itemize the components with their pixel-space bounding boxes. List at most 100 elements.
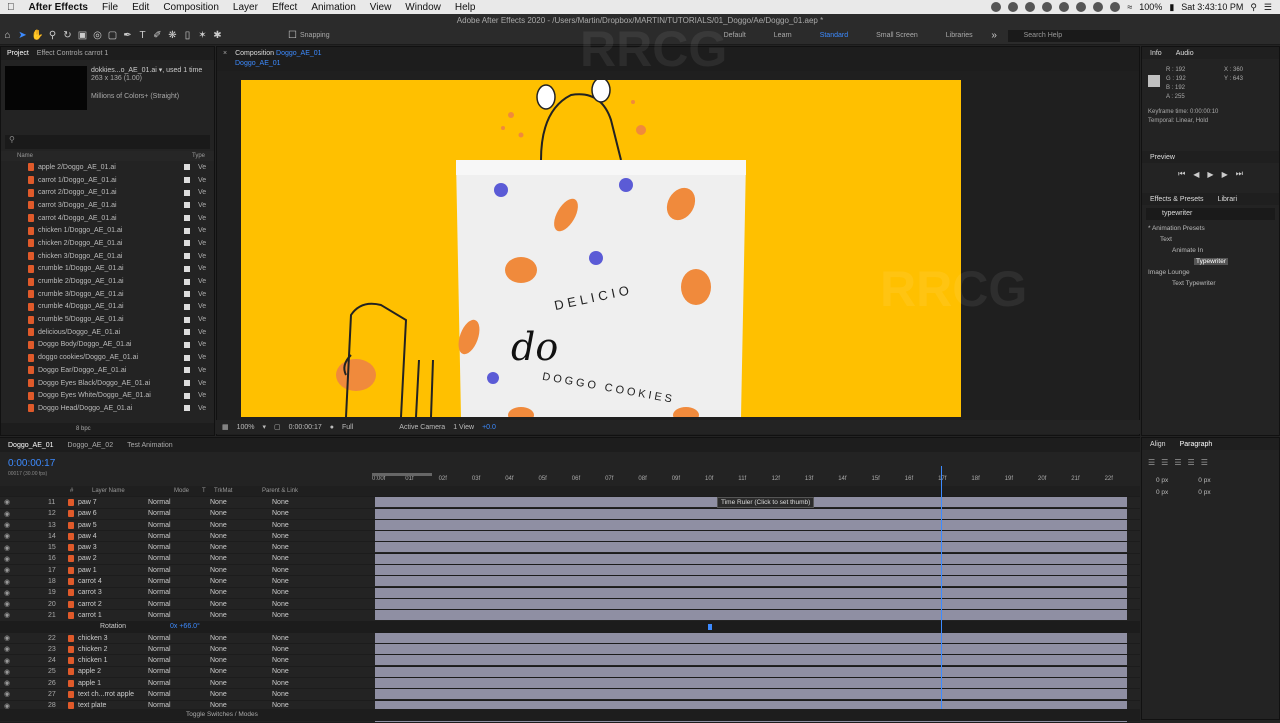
camera-tool-icon[interactable]: ▣	[75, 29, 90, 43]
trkmat-select[interactable]: None	[210, 589, 258, 596]
mode-select[interactable]: Normal	[148, 691, 198, 698]
label-swatch[interactable]	[184, 227, 190, 234]
mode-select[interactable]: Normal	[148, 522, 198, 529]
eye-icon[interactable]: ◉	[0, 600, 48, 608]
label-swatch[interactable]	[184, 265, 190, 272]
eye-icon[interactable]: ◉	[0, 679, 48, 687]
play-icon[interactable]: ▶	[1207, 170, 1213, 179]
snapping-checkbox[interactable]: ☐	[285, 29, 300, 43]
last-frame-icon[interactable]: ⏭	[1236, 169, 1243, 179]
layer-row[interactable]: ◉ 19 carrot 3 Normal None None	[0, 587, 1140, 599]
col-parent[interactable]: Parent & Link	[262, 488, 298, 494]
workspace-libraries[interactable]: Libraries	[932, 32, 987, 39]
tab-comp-name[interactable]: Doggo_AE_01	[276, 50, 322, 57]
parent-select[interactable]: None	[258, 499, 318, 506]
layer-bar[interactable]	[375, 678, 1127, 689]
eye-icon[interactable]: ◉	[0, 510, 48, 518]
project-item[interactable]: apple 2/Doggo_AE_01.ai Ve	[1, 161, 214, 174]
menu-edit[interactable]: Edit	[125, 2, 156, 13]
eye-icon[interactable]: ◉	[0, 645, 48, 653]
parent-select[interactable]: None	[258, 680, 318, 687]
toggle-switches-modes[interactable]: Toggle Switches / Modes	[0, 709, 1140, 721]
indent-right-value[interactable]: 0 px	[1198, 477, 1210, 484]
next-frame-icon[interactable]: ▶	[1222, 170, 1228, 179]
layer-row[interactable]: ◉ 15 paw 3 Normal None None	[0, 542, 1140, 554]
tab-effect-controls[interactable]: Effect Controls carrot 1	[37, 50, 108, 57]
selection-tool-icon[interactable]: ➤	[15, 29, 30, 43]
workspace-small-screen[interactable]: Small Screen	[862, 32, 932, 39]
justify-all-icon[interactable]: ☰	[1201, 458, 1208, 467]
tree-text-typewriter[interactable]: Text Typewriter	[1148, 278, 1279, 289]
parent-select[interactable]: None	[258, 544, 318, 551]
project-item[interactable]: Doggo Body/Doggo_AE_01.ai Ve	[1, 339, 214, 352]
tree-animate-in[interactable]: Animate In	[1148, 245, 1279, 256]
mode-select[interactable]: Normal	[148, 510, 198, 517]
tab-libraries[interactable]: Librari	[1218, 196, 1237, 203]
trkmat-select[interactable]: None	[210, 533, 258, 540]
eye-icon[interactable]: ◉	[0, 657, 48, 665]
layer-row[interactable]: ◉ 18 carrot 4 Normal None None	[0, 576, 1140, 588]
label-swatch[interactable]	[184, 202, 190, 209]
mode-select[interactable]: Normal	[148, 657, 198, 664]
mode-select[interactable]: Normal	[148, 680, 198, 687]
mode-select[interactable]: Normal	[148, 668, 198, 675]
layer-name[interactable]: chicken 2	[74, 646, 148, 653]
label-swatch[interactable]	[184, 291, 190, 298]
align-right-icon[interactable]: ☰	[1174, 458, 1181, 467]
label-swatch[interactable]	[184, 240, 190, 247]
grid-icon[interactable]: ▦	[222, 423, 229, 431]
mode-select[interactable]: Normal	[148, 555, 198, 562]
status-icon[interactable]	[991, 2, 1002, 12]
label-swatch[interactable]	[184, 303, 190, 310]
mode-select[interactable]: Normal	[148, 533, 198, 540]
layer-name[interactable]: carrot 1	[74, 612, 148, 619]
layer-name[interactable]: carrot 2	[74, 601, 148, 608]
resolution-select[interactable]: Full	[342, 424, 353, 431]
layer-row[interactable]: ◉ 13 paw 5 Normal None None	[0, 519, 1140, 532]
tab-effects-presets[interactable]: Effects & Presets	[1150, 196, 1204, 203]
eye-icon[interactable]: ◉	[0, 544, 48, 552]
trkmat-select[interactable]: None	[210, 691, 258, 698]
parent-select[interactable]: None	[258, 657, 318, 664]
parent-select[interactable]: None	[258, 578, 318, 585]
layer-bar[interactable]	[375, 519, 1127, 530]
rotate-tool-icon[interactable]: ↻	[60, 29, 75, 43]
tab-test-animation[interactable]: Test Animation	[127, 442, 173, 449]
status-icon[interactable]	[1008, 2, 1019, 12]
app-menu[interactable]: After Effects	[22, 2, 95, 13]
label-swatch[interactable]	[184, 392, 190, 399]
tab-doggo-ae-02[interactable]: Doggo_AE_02	[68, 442, 114, 449]
label-swatch[interactable]	[184, 380, 190, 387]
parent-select[interactable]: None	[258, 510, 318, 517]
comp-breadcrumb[interactable]: Doggo_AE_01	[217, 60, 1139, 71]
type-tool-icon[interactable]: T	[135, 29, 150, 43]
align-center-icon[interactable]: ☰	[1161, 458, 1168, 467]
layer-row[interactable]: ◉ 14 paw 4 Normal None None	[0, 531, 1140, 543]
project-item[interactable]: crumble 3/Doggo_AE_01.ai Ve	[1, 288, 214, 301]
status-icon[interactable]	[1110, 2, 1121, 12]
trkmat-select[interactable]: None	[210, 601, 258, 608]
project-item[interactable]: chicken 3/Doggo_AE_01.ai Ve	[1, 250, 214, 263]
layer-row[interactable]: ◉ 27 text ch...rrot apple Normal None None	[0, 689, 1140, 701]
tab-composition[interactable]: Composition	[235, 50, 274, 57]
mode-select[interactable]: Normal	[148, 499, 198, 506]
layer-bar[interactable]	[375, 632, 1127, 643]
menu-animation[interactable]: Animation	[304, 2, 362, 13]
project-item[interactable]: Doggo Head/Doggo_AE_01.ai Ve	[1, 402, 214, 415]
project-item[interactable]: crumble 2/Doggo_AE_01.ai Ve	[1, 275, 214, 288]
pan-behind-tool-icon[interactable]: ◎	[90, 29, 105, 43]
layer-bar[interactable]	[375, 531, 1127, 542]
trkmat-select[interactable]: None	[210, 522, 258, 529]
layer-row[interactable]: ◉ 21 carrot 1 Normal None None	[0, 610, 1140, 622]
layer-name[interactable]: paw 4	[74, 533, 148, 540]
menu-composition[interactable]: Composition	[156, 2, 226, 13]
work-area-bar[interactable]	[372, 473, 432, 476]
rectangle-tool-icon[interactable]: ▢	[105, 29, 120, 43]
menu-list-icon[interactable]: ☰	[1264, 2, 1272, 13]
label-swatch[interactable]	[184, 253, 190, 260]
project-item[interactable]: Doggo Eyes White/Doggo_AE_01.ai Ve	[1, 389, 214, 402]
layer-row[interactable]: ◉ 12 paw 6 Normal None None	[0, 508, 1140, 520]
layer-name[interactable]: paw 6	[74, 510, 148, 517]
layer-bar[interactable]	[375, 553, 1127, 564]
project-item[interactable]: chicken 2/Doggo_AE_01.ai Ve	[1, 237, 214, 250]
